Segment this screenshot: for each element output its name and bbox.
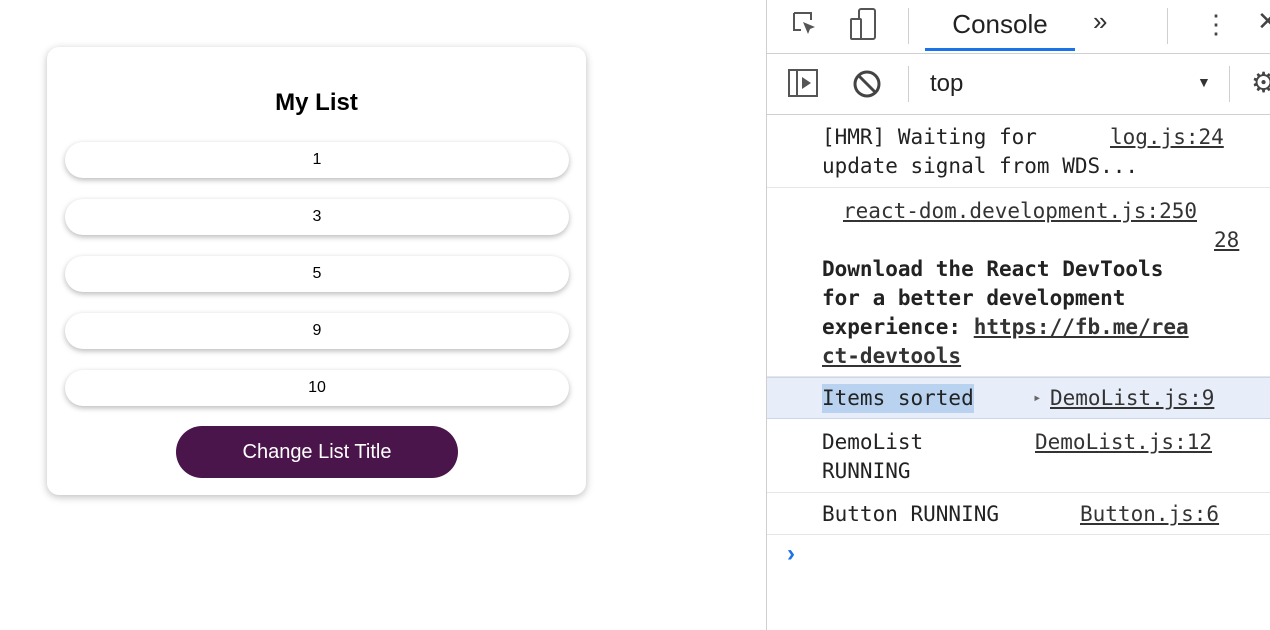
tab-separator (908, 8, 909, 44)
tab-console[interactable]: Console (925, 0, 1075, 51)
devtools-link[interactable]: ct-devtools (822, 342, 961, 371)
list-card: My List 1 3 5 9 10 Change List Title (47, 47, 586, 495)
more-tabs-icon[interactable]: » (1093, 6, 1107, 37)
list-item: 1 (65, 142, 569, 178)
devtools-tabbar: Console » ⋮ ✕ (767, 0, 1270, 54)
device-toolbar-icon[interactable] (847, 8, 879, 40)
message-text: [HMR] Waiting for (822, 125, 1037, 149)
sidebar-toggle-icon[interactable] (787, 68, 819, 103)
console-message: [HMR] Waiting for log.js:24 update signa… (767, 115, 1270, 188)
message-text: RUNNING (822, 459, 911, 483)
kebab-menu-icon[interactable]: ⋮ (1203, 6, 1229, 42)
devtools-link[interactable]: https://fb.me/rea (974, 315, 1189, 339)
list-title: My List (275, 89, 358, 116)
clear-console-icon[interactable] (851, 68, 883, 105)
message-text: Items sorted (822, 384, 974, 413)
console-message: DemoList DemoList.js:12 RUNNING (767, 419, 1270, 493)
chevron-down-icon[interactable]: ▼ (1197, 74, 1211, 90)
change-list-title-button[interactable]: Change List Title (176, 426, 458, 478)
message-text: for a better development (822, 286, 1126, 310)
message-source-link[interactable]: react-dom.development.js:250 (843, 197, 1197, 226)
list-item: 10 (65, 370, 569, 406)
message-source-link[interactable]: Button.js:6 (1080, 500, 1219, 529)
console-message-selected: Items sorted ▸ DemoList.js:9 (767, 377, 1270, 419)
list-item: 5 (65, 256, 569, 292)
console-message: react-dom.development.js:250 28 Download… (767, 188, 1270, 377)
inspect-element-icon[interactable] (789, 8, 821, 40)
console-message: Button RUNNING Button.js:6 (767, 493, 1270, 535)
console-messages: [HMR] Waiting for log.js:24 update signa… (767, 115, 1270, 535)
list-item: 3 (65, 199, 569, 235)
gear-icon[interactable]: ⚙ (1251, 66, 1270, 99)
item-list: 1 3 5 9 10 (65, 142, 569, 427)
message-source-link[interactable]: 28 (1214, 226, 1239, 255)
message-source-link[interactable]: DemoList.js:12 (1035, 428, 1212, 457)
tab-separator (1167, 8, 1168, 44)
toolbar-separator (908, 66, 909, 102)
message-text: update signal from WDS... (822, 154, 1139, 178)
close-icon[interactable]: ✕ (1257, 6, 1270, 37)
console-toolbar: top ▼ ⚙ (767, 54, 1270, 115)
message-text: Button RUNNING (822, 502, 1000, 526)
message-text: experience: (822, 315, 974, 339)
message-source-link[interactable]: DemoList.js:9 (1050, 384, 1214, 413)
message-source-link[interactable]: log.js:24 (1110, 123, 1224, 152)
cursor-icon: ▸ (1033, 390, 1042, 406)
console-prompt-icon[interactable]: › (787, 540, 795, 568)
context-selector[interactable]: top (930, 70, 963, 98)
message-text: DemoList (822, 430, 924, 454)
toolbar-separator (1229, 66, 1230, 102)
devtools-panel: Console » ⋮ ✕ top ▼ ⚙ [HMR] Waiting for … (766, 0, 1270, 630)
message-text: Download the React DevTools (822, 257, 1164, 281)
list-item: 9 (65, 313, 569, 349)
